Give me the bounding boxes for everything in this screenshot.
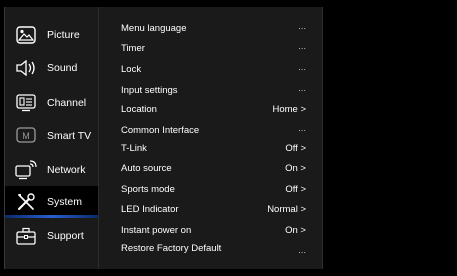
menu-item-instant-power-on[interactable]: Instant power on On > <box>99 223 322 241</box>
channel-icon <box>15 92 37 114</box>
menu-item-value: On > <box>285 163 306 174</box>
speaker-icon <box>15 57 37 79</box>
nav-item-picture[interactable]: Picture <box>5 19 98 51</box>
svg-text:M: M <box>22 131 30 141</box>
more-indicator: ... <box>298 41 306 52</box>
menu-item-label: Instant power on <box>121 225 192 236</box>
menu-item-value: On > <box>285 225 306 236</box>
more-indicator: ... <box>298 21 306 32</box>
menu-item-lock[interactable]: Lock ... <box>99 62 322 80</box>
nav-label-smart-tv: Smart TV <box>47 130 92 142</box>
menu-item-value: Off > <box>285 143 306 154</box>
picture-icon <box>15 24 37 46</box>
system-settings-menu: Menu language ... Timer ... Lock ... Inp… <box>99 7 323 269</box>
menu-item-led-indicator[interactable]: LED Indicator Normal > <box>99 202 322 220</box>
nav-item-sound[interactable]: Sound <box>5 52 98 84</box>
more-indicator: ... <box>298 245 306 256</box>
menu-item-timer[interactable]: Timer ... <box>99 41 322 59</box>
menu-item-sports-mode[interactable]: Sports mode Off > <box>99 182 322 200</box>
toolbox-icon <box>15 225 37 247</box>
menu-item-common-interface[interactable]: Common Interface ... <box>99 123 322 141</box>
menu-item-t-link[interactable]: T-Link Off > <box>99 141 322 159</box>
menu-item-label: Menu language <box>121 23 187 34</box>
nav-label-network: Network <box>47 164 86 176</box>
more-indicator: ... <box>298 123 306 134</box>
tools-icon <box>15 191 37 213</box>
nav-label-support: Support <box>47 230 84 242</box>
nav-item-support[interactable]: Support <box>5 220 98 252</box>
nav-item-system[interactable]: System <box>5 186 98 218</box>
menu-item-label: Restore Factory Default <box>121 243 222 254</box>
nav-item-smart-tv[interactable]: M Smart TV <box>5 120 98 152</box>
menu-item-auto-source[interactable]: Auto source On > <box>99 161 322 179</box>
network-icon <box>15 159 37 181</box>
nav-label-picture: Picture <box>47 29 80 41</box>
nav-label-channel: Channel <box>47 97 87 109</box>
menu-item-location[interactable]: Location Home > <box>99 102 322 120</box>
menu-item-label: Timer <box>121 43 145 54</box>
more-indicator: ... <box>298 83 306 94</box>
tv-settings-screen: Picture Sound Channel M Smart TV Network… <box>0 0 457 276</box>
menu-item-restore-factory-default[interactable]: Restore Factory Default ... <box>99 241 322 259</box>
menu-item-label: T-Link <box>121 143 147 154</box>
nav-item-network[interactable]: Network <box>5 154 98 186</box>
menu-item-label: LED Indicator <box>121 204 179 215</box>
detail-pane <box>323 7 456 269</box>
nav-label-system: System <box>47 196 83 208</box>
menu-item-value: Off > <box>285 184 306 195</box>
menu-item-label: Lock <box>121 64 142 75</box>
menu-item-value: Normal > <box>267 204 306 215</box>
menu-item-label: Auto source <box>121 163 172 174</box>
menu-item-label: Sports mode <box>121 184 175 195</box>
smart-tv-icon: M <box>15 125 37 147</box>
more-indicator: ... <box>298 62 306 73</box>
nav-label-sound: Sound <box>47 62 78 74</box>
menu-item-label: Common Interface <box>121 125 200 136</box>
menu-item-label: Input settings <box>121 85 178 96</box>
category-nav: Picture Sound Channel M Smart TV Network… <box>4 7 98 269</box>
menu-item-input-settings[interactable]: Input settings ... <box>99 83 322 101</box>
menu-item-menu-language[interactable]: Menu language ... <box>99 21 322 39</box>
menu-item-value: Home > <box>272 104 306 115</box>
nav-item-channel[interactable]: Channel <box>5 87 98 119</box>
menu-item-label: Location <box>121 104 157 115</box>
